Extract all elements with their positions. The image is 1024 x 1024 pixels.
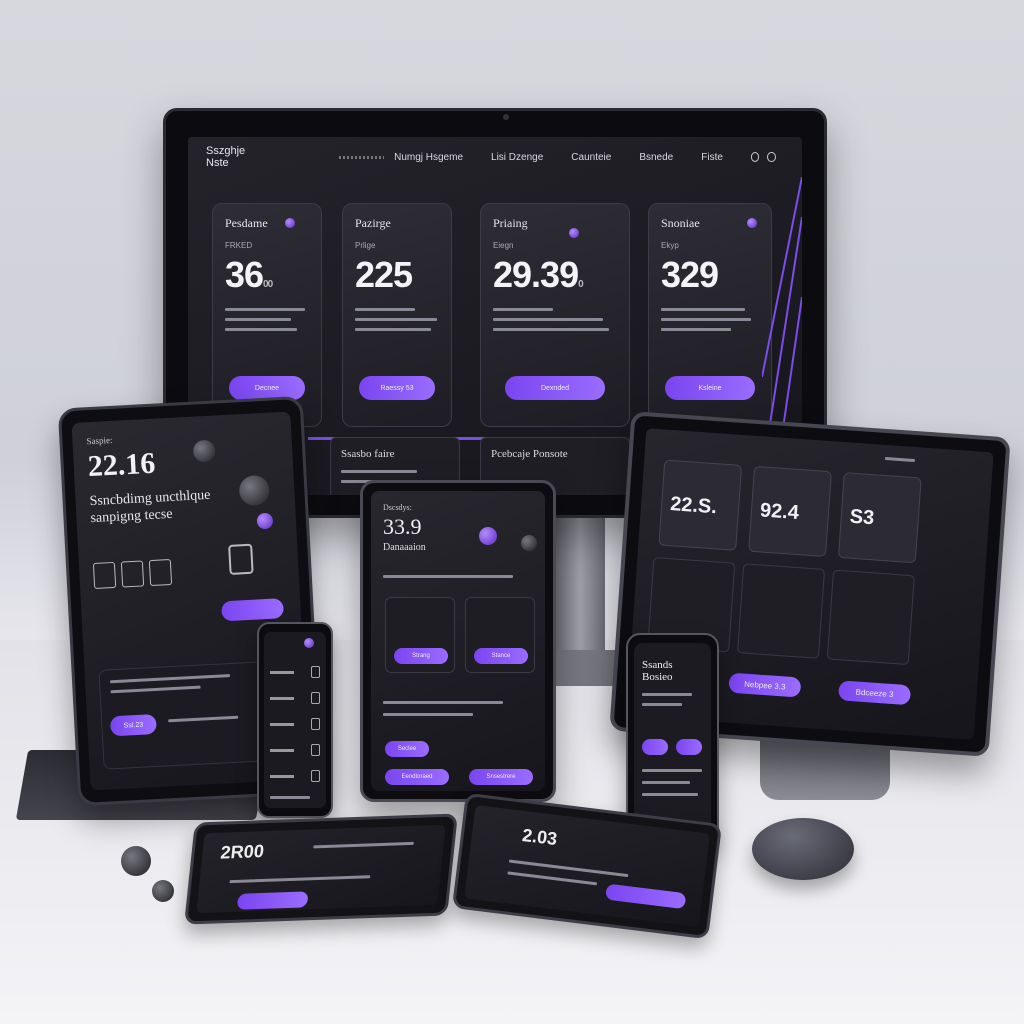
tablet-center-heading: Danaaaion: [383, 542, 426, 553]
phone-left: [257, 622, 333, 818]
pricing-card-sub: Prlige: [355, 241, 376, 250]
tablet-center-label: Dscsdys:: [383, 503, 412, 512]
nav-link-1[interactable]: Numgj Hsgeme: [394, 152, 463, 163]
grid-icon[interactable]: [148, 558, 173, 586]
flat-tablet-right-screen: 2.03: [464, 804, 710, 928]
pricing-card-button[interactable]: Decnee: [229, 376, 305, 400]
profile-icon[interactable]: [767, 152, 776, 162]
pricing-card-button[interactable]: Dexnded: [505, 376, 605, 400]
tablet-center-button[interactable]: Snsestrere: [469, 769, 533, 785]
menu-icon[interactable]: [311, 744, 320, 756]
menu-icon[interactable]: [311, 692, 320, 704]
right-monitor-button[interactable]: Bdceeze 3: [837, 680, 912, 706]
menu-icon[interactable]: [311, 718, 320, 730]
feature-box-1: Strang: [385, 597, 455, 673]
orb-icon: [285, 218, 295, 228]
tablet-center-screen: Dscsdys: 33.9 Danaaaion Strang Stance Se…: [371, 491, 545, 791]
pricing-card-sub: Eiegn: [493, 241, 514, 250]
tablet-center: Dscsdys: 33.9 Danaaaion Strang Stance Se…: [360, 480, 556, 802]
stat-value: 22.S.: [669, 493, 718, 519]
grid-icon[interactable]: [92, 561, 117, 589]
brand-name[interactable]: Sszghje Nste: [206, 145, 259, 169]
sphere-decor: [152, 880, 174, 902]
sphere-decor: [521, 535, 537, 551]
flat-value: 2.03: [521, 824, 559, 850]
menu-icon[interactable]: [311, 666, 320, 678]
flat-button[interactable]: [605, 883, 687, 910]
orb-icon: [256, 512, 274, 530]
stat-card-3: S3: [837, 472, 922, 564]
grid-icon[interactable]: [120, 560, 145, 588]
lower-panel-title: Ssasbo faire: [341, 448, 395, 460]
feature-lines: [225, 308, 309, 331]
nav-link-4[interactable]: Bsnede: [639, 152, 673, 163]
pricing-card-price: 329: [661, 254, 719, 295]
pricing-card-price: 3600: [225, 254, 273, 295]
nav-link-2[interactable]: Lisi Dzenge: [491, 152, 543, 163]
stat-value: S3: [849, 505, 875, 530]
info-panel-3: [826, 569, 915, 666]
phone-button[interactable]: [676, 739, 702, 755]
nav-link-3[interactable]: Caunteie: [571, 152, 611, 163]
top-navbar: Sszghje Nste Numgj Hsgeme Lisi Dzenge Ca…: [188, 137, 802, 177]
orb-icon: [747, 218, 757, 228]
nav-divider: [339, 155, 385, 159]
info-panel-2: [737, 563, 826, 659]
tablet-center-button[interactable]: Eendtoraed: [385, 769, 449, 785]
pricing-card-4: Snoniae Ekyp 329 Ksleine: [648, 203, 772, 427]
lower-panel-title: Pcebcaje Ponsote: [491, 448, 568, 460]
box-button[interactable]: Strang: [394, 648, 448, 664]
nav-link-5[interactable]: Fiste: [701, 152, 723, 163]
pricing-card-1: Pesdame FRKED 3600 Decnee: [212, 203, 322, 427]
stat-value: 92.4: [759, 499, 800, 525]
flat-tablet-left-screen: 2R00: [196, 824, 446, 914]
pricing-card-3: Priaing Eiegn 29.390 Dexnded: [480, 203, 630, 427]
pricing-card-button[interactable]: Ksleine: [665, 376, 755, 400]
box-button[interactable]: Stance: [474, 648, 528, 664]
pricing-card-title: Snoniae: [661, 216, 700, 230]
phone-right-screen: Ssands Bosieo: [634, 643, 711, 831]
flat-button[interactable]: [236, 891, 309, 910]
pricing-card-price: 29.390: [493, 254, 584, 295]
monitor-stand: [555, 515, 605, 665]
tablet-cta-button[interactable]: [221, 598, 285, 622]
tablet-panel-button[interactable]: Ssl.23: [109, 713, 157, 737]
flat-tablet-left: 2R00: [184, 813, 458, 925]
orb-icon: [479, 527, 497, 545]
stat-card-2: 92.4: [748, 465, 832, 558]
phone-right: Ssands Bosieo: [626, 633, 719, 841]
camera-dot: [503, 114, 509, 120]
menu-icon[interactable]: [311, 770, 320, 782]
phone-button[interactable]: [642, 739, 668, 755]
right-monitor-button[interactable]: Nebpee 3.3: [728, 672, 802, 698]
icon-row: [92, 553, 285, 589]
pricing-card-2: Pazirge Prlige 225 Raessy 53: [342, 203, 452, 427]
settings-icon[interactable]: [750, 152, 760, 162]
stat-card-1: 22.S.: [658, 459, 743, 551]
phone-left-screen: [264, 632, 326, 808]
pricing-card-title: Pazirge: [355, 216, 391, 230]
feature-box-2: Stance: [465, 597, 535, 673]
feature-lines: [493, 308, 617, 331]
pricing-card-sub: FRKED: [225, 241, 253, 250]
tablet-center-value: 33.9: [383, 514, 422, 539]
feature-lines: [661, 308, 759, 331]
feature-lines: [355, 308, 439, 331]
lock-icon: [228, 543, 254, 575]
sphere-decor: [121, 846, 151, 876]
pricing-card-title: Pesdame: [225, 216, 268, 230]
phone-title-2: Bosieo: [642, 671, 673, 684]
pricing-card-button[interactable]: Raessy 53: [359, 376, 435, 400]
orb-icon: [304, 638, 314, 648]
flat-value: 2R00: [219, 841, 265, 863]
pricing-card-price: 225: [355, 254, 413, 295]
pricing-card-sub: Ekyp: [661, 241, 679, 250]
orb-icon: [569, 228, 579, 238]
computer-mouse: [752, 818, 854, 880]
phone-title-1: Ssands: [642, 659, 673, 671]
tablet-center-button[interactable]: Seclee: [385, 741, 429, 757]
pricing-card-title: Priaing: [493, 216, 528, 230]
